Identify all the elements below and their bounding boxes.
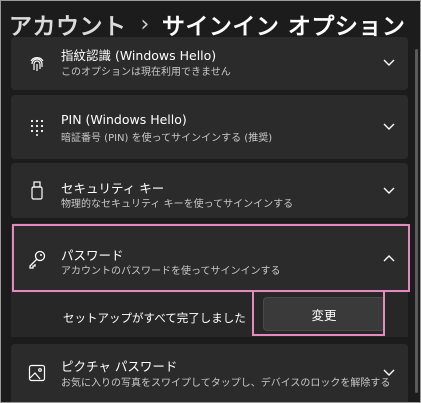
chevron-up-icon[interactable] bbox=[382, 251, 396, 265]
password-status: セットアップがすべて完了しました bbox=[63, 311, 246, 325]
option-description: 暗証番号 (PIN) を使ってサインインする (推奨) bbox=[61, 133, 273, 144]
option-title: PIN (Windows Hello) bbox=[61, 112, 187, 127]
option-security-key[interactable]: セキュリティ キー 物理的なセキュリティ キーを使ってサインインする bbox=[11, 163, 408, 218]
breadcrumb-parent[interactable]: アカウント bbox=[9, 7, 127, 41]
usb-key-icon bbox=[26, 180, 48, 202]
picture-icon bbox=[26, 362, 48, 384]
chevron-down-icon[interactable] bbox=[382, 184, 396, 198]
option-picture-password[interactable]: ピクチャ パスワード お気に入りの写真をスワイプしてタップし、デバイスのロックを… bbox=[11, 344, 408, 402]
pin-keypad-icon bbox=[26, 116, 48, 138]
option-title: ピクチャ パスワード bbox=[61, 359, 178, 374]
option-description: お気に入りの写真をスワイプしてタップし、デバイスのロックを解除する bbox=[61, 378, 391, 389]
page-title: サインイン オプション bbox=[161, 14, 406, 40]
change-password-button[interactable]: 変更 bbox=[263, 297, 385, 331]
chevron-down-icon[interactable] bbox=[382, 366, 396, 380]
option-description: アカウントのパスワードを使ってサインインする bbox=[61, 266, 281, 277]
option-fingerprint[interactable]: 指紋認識 (Windows Hello) このオプションは現在利用できません bbox=[11, 37, 408, 90]
option-pin[interactable]: PIN (Windows Hello) 暗証番号 (PIN) を使ってサインイン… bbox=[11, 95, 408, 159]
breadcrumb: アカウント › サインイン オプション bbox=[9, 7, 405, 41]
chevron-down-icon[interactable] bbox=[382, 56, 396, 70]
breadcrumb-separator: › bbox=[140, 11, 150, 37]
fingerprint-icon bbox=[26, 53, 48, 75]
password-detail-row: セットアップがすべて完了しました 変更 bbox=[11, 293, 408, 337]
scrollbar[interactable] bbox=[415, 49, 418, 393]
chevron-down-icon[interactable] bbox=[382, 120, 396, 134]
key-icon bbox=[26, 248, 48, 270]
option-description: 物理的なセキュリティ キーを使ってサインインする bbox=[61, 199, 294, 210]
option-password[interactable]: パスワード アカウントのパスワードを使ってサインインする bbox=[11, 223, 408, 293]
settings-window: アカウント › サインイン オプション 指紋認識 (Windows Hello)… bbox=[0, 0, 421, 403]
option-description: このオプションは現在利用できません bbox=[61, 67, 231, 78]
option-title: 指紋認識 (Windows Hello) bbox=[61, 48, 217, 63]
